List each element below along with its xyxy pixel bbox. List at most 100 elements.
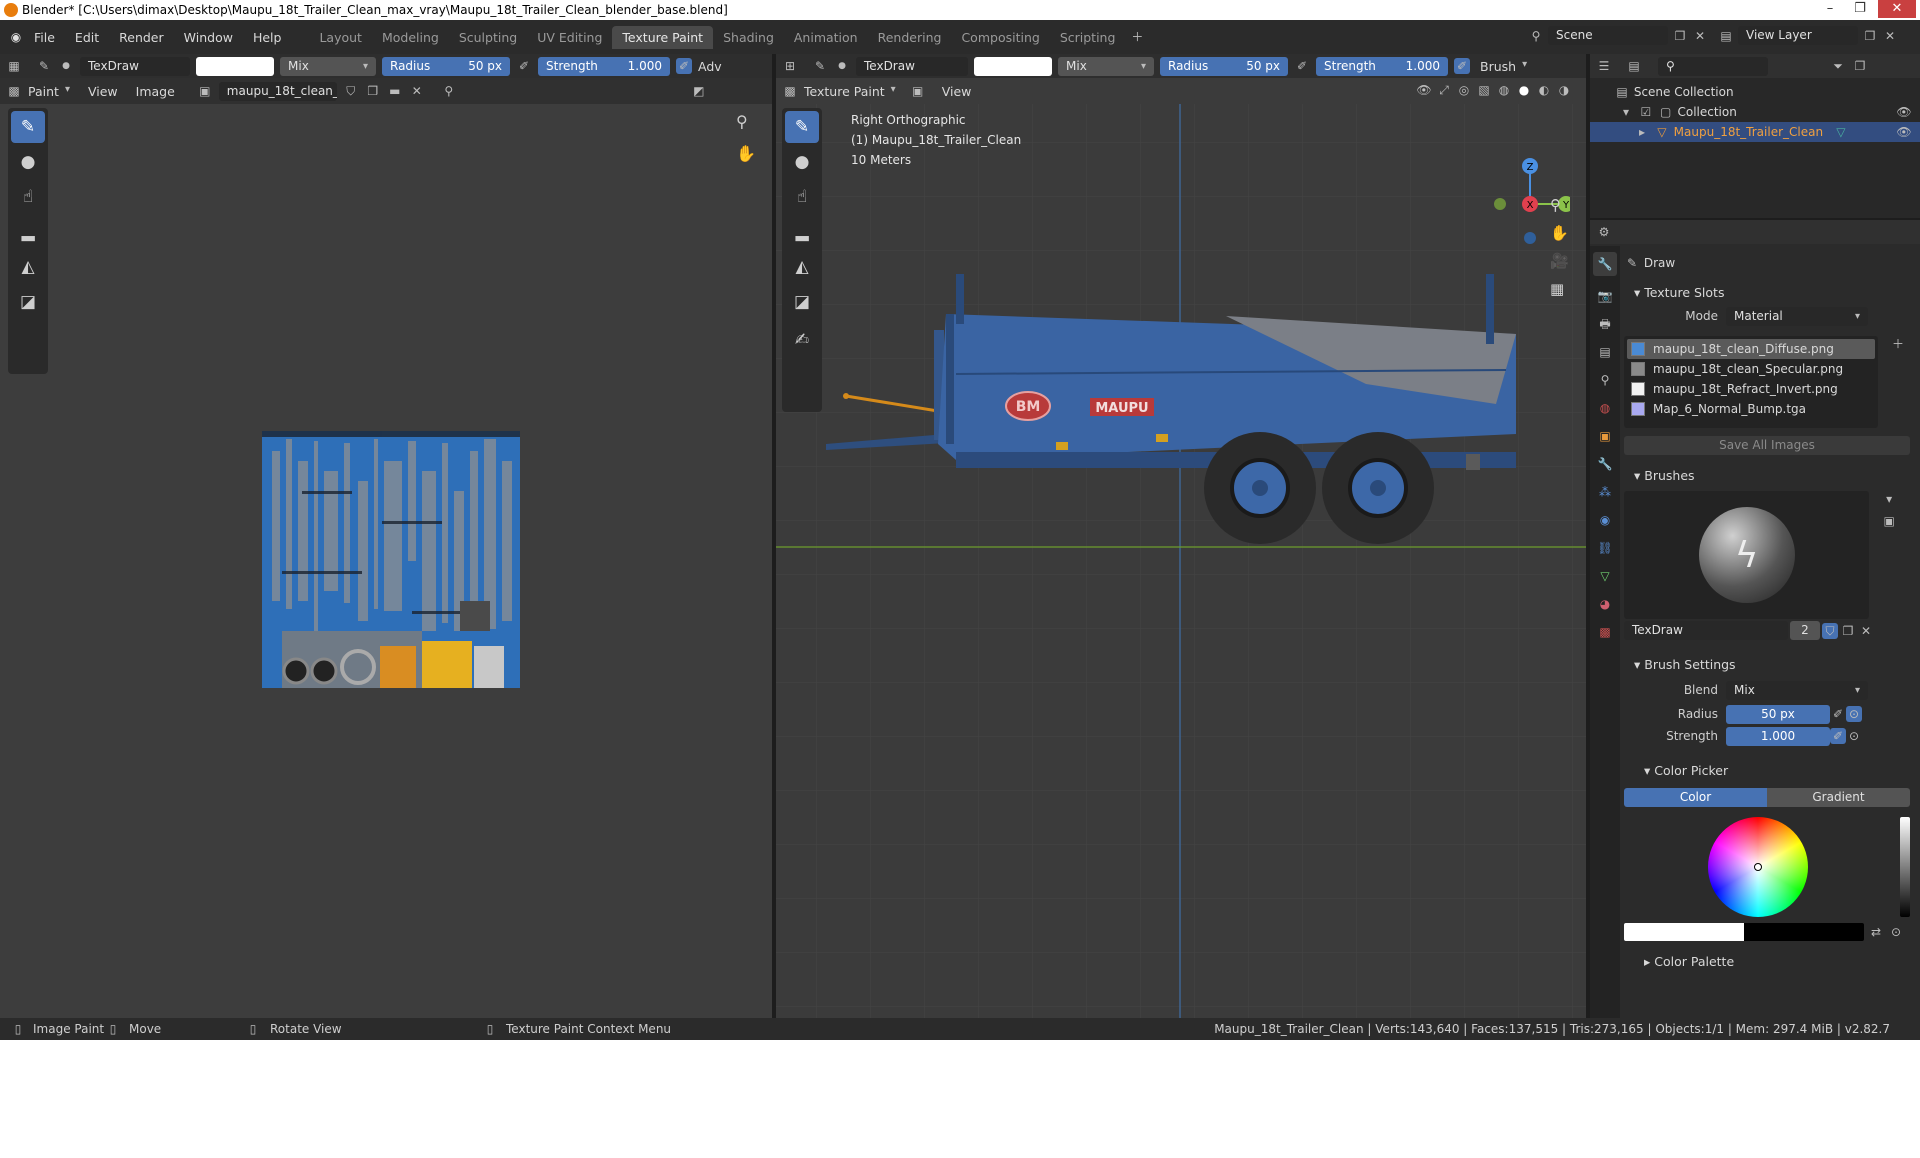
delete-scene-icon[interactable]: ✕ [1692, 28, 1708, 44]
object-tab-icon[interactable]: ▣ [1597, 428, 1613, 444]
brush-tool-icon[interactable]: ✎ [36, 58, 52, 74]
brush-name-field[interactable]: TexDraw [80, 56, 190, 76]
soften-tool-icon[interactable]: ● [11, 146, 45, 178]
brushes-panel-header[interactable]: ▾ Brushes [1624, 465, 1916, 487]
strength-slider[interactable]: Strength 1.000 [538, 56, 670, 76]
brush-fake-user-icon[interactable]: ⛉ [1822, 622, 1838, 639]
viewport-draw-tool-icon[interactable]: ✎ [785, 111, 819, 143]
add-workspace-icon[interactable]: ＋ [1129, 29, 1145, 45]
menu-window[interactable]: Window [174, 30, 243, 45]
blender-menu-icon[interactable]: ◉ [8, 29, 24, 45]
editor-type-icon[interactable]: ▦ [6, 58, 22, 74]
constraints-tab-icon[interactable]: ⛓ [1597, 540, 1613, 556]
paint-mode-dropdown[interactable]: Paint [28, 84, 70, 99]
viewport-strength-pressure-icon[interactable]: ✐ [1454, 58, 1470, 74]
object-row[interactable]: ▸ ▽ Maupu_18t_Trailer_Clean ▽ 👁 [1590, 122, 1920, 142]
xray-icon[interactable]: ▧ [1476, 82, 1492, 98]
new-collection-icon[interactable]: ❐ [1852, 58, 1868, 74]
swap-colors-icon[interactable]: ⇄ [1868, 924, 1884, 940]
perspective-toggle-icon[interactable]: ▦ [1550, 280, 1564, 298]
brush-settings-panel-header[interactable]: ▾ Brush Settings [1624, 654, 1916, 676]
gradient-tab[interactable]: Gradient [1767, 788, 1910, 807]
filter-icon[interactable]: ⏷ [1830, 58, 1846, 74]
menu-render[interactable]: Render [109, 30, 174, 45]
viewport-soften-tool-icon[interactable]: ● [785, 146, 819, 178]
draw-tool-icon[interactable]: ✎ [11, 111, 45, 143]
strength-pressure-icon[interactable]: ✐ [676, 58, 692, 74]
texture-slot-item[interactable]: maupu_18t_Refract_Invert.png [1627, 379, 1875, 399]
brush-unlink-icon[interactable]: ✕ [1858, 623, 1874, 639]
unlink-image-icon[interactable]: ✕ [409, 83, 425, 99]
settings-radius-pressure-icon[interactable]: ✐ [1830, 706, 1846, 722]
menu-help[interactable]: Help [243, 30, 292, 45]
data-tab-icon[interactable]: ▽ [1597, 568, 1613, 584]
add-slot-icon[interactable]: ＋ [1890, 336, 1906, 352]
viewport-pan-icon[interactable]: ✋ [1550, 224, 1569, 242]
outliner-search-input[interactable]: ⚲ [1658, 56, 1768, 76]
overlay-icon[interactable]: ◎ [1456, 82, 1472, 98]
brush-menu[interactable]: Brush [1480, 59, 1527, 74]
color-wheel[interactable] [1708, 817, 1808, 917]
view-layer-tab-icon[interactable]: ▤ [1597, 344, 1613, 360]
workspace-tab-scripting[interactable]: Scripting [1050, 26, 1126, 49]
brush-datablock-field[interactable]: TexDraw [1624, 621, 1788, 640]
radius-pressure-icon[interactable]: ✐ [516, 58, 532, 74]
workspace-tab-modeling[interactable]: Modeling [372, 26, 449, 49]
scene-collection-row[interactable]: ▤ Scene Collection [1590, 82, 1920, 102]
settings-strength-slider[interactable]: 1.000 [1726, 726, 1830, 746]
workspace-tab-layout[interactable]: Layout [309, 26, 372, 49]
pin-icon[interactable]: ⚲ [441, 83, 457, 99]
viewport-brush-tool-icon[interactable]: ✎ [812, 58, 828, 74]
output-tab-icon[interactable]: 🖶 [1597, 316, 1613, 332]
color-swatch-bar[interactable] [1624, 923, 1864, 941]
menu-edit[interactable]: Edit [65, 30, 109, 45]
minimize-icon[interactable]: – [1816, 0, 1844, 18]
mask-mode-icon[interactable]: ▣ [910, 83, 926, 99]
collection-expand-icon[interactable]: ▾ [1618, 104, 1634, 120]
world-tab-icon[interactable]: ◍ [1597, 400, 1613, 416]
wireframe-shading-icon[interactable]: ◍ [1496, 82, 1512, 98]
settings-radius-slider[interactable]: 50 px [1726, 704, 1830, 724]
object-expand-icon[interactable]: ▸ [1634, 124, 1650, 140]
viewport-zoom-icon[interactable]: ⚲ [1550, 196, 1561, 214]
new-view-layer-icon[interactable]: ❐ [1862, 28, 1878, 44]
brush-preview[interactable]: ϟ [1624, 491, 1870, 619]
viewport-clone-tool-icon[interactable]: ▂ [785, 216, 819, 248]
workspace-tab-compositing[interactable]: Compositing [951, 26, 1049, 49]
clone-tool-icon[interactable]: ▂ [11, 216, 45, 248]
workspace-tab-shading[interactable]: Shading [713, 26, 784, 49]
delete-view-layer-icon[interactable]: ✕ [1882, 28, 1898, 44]
fill-tool-icon[interactable]: ◭ [11, 251, 45, 283]
material-tab-icon[interactable]: ◕ [1597, 596, 1613, 612]
new-scene-icon[interactable]: ❐ [1672, 28, 1688, 44]
tool-tab-icon[interactable]: 🔧 [1593, 252, 1617, 276]
physics-tab-icon[interactable]: ◉ [1597, 512, 1613, 528]
texture-slot-item[interactable]: Map_6_Normal_Bump.tga [1627, 399, 1875, 419]
object-visibility-icon[interactable]: 👁 [1896, 124, 1912, 140]
texture-image[interactable] [262, 431, 520, 688]
viewport-view-menu[interactable]: View [942, 84, 972, 99]
fake-user-icon[interactable]: ⛉ [343, 83, 359, 99]
properties-editor-type-icon[interactable]: ⚙ [1596, 224, 1612, 240]
viewport-strength-slider[interactable]: Strength 1.000 [1316, 56, 1448, 76]
workspace-tab-sculpting[interactable]: Sculpting [449, 26, 527, 49]
menu-file[interactable]: File [24, 30, 65, 45]
collection-row[interactable]: ▾ ☑ ▢ Collection 👁 [1590, 102, 1920, 122]
collection-visibility-icon[interactable]: 👁 [1896, 104, 1912, 120]
color-picker-panel-header[interactable]: ▾ Color Picker [1624, 760, 1916, 782]
view-layer-field[interactable]: View Layer [1738, 26, 1858, 45]
smear-tool-icon[interactable]: ☝ [11, 181, 45, 213]
texture-slots-panel-header[interactable]: ▾ Texture Slots [1624, 282, 1916, 304]
viewport-blend-dropdown[interactable]: Mix [1058, 56, 1154, 76]
texture-slot-item[interactable]: maupu_18t_clean_Diffuse.png [1627, 339, 1875, 359]
particles-tab-icon[interactable]: ⁂ [1597, 484, 1613, 500]
settings-strength-pressure-icon[interactable]: ✐ [1830, 728, 1846, 744]
view-menu[interactable]: View [88, 84, 118, 99]
settings-blend-dropdown[interactable]: Mix [1726, 680, 1868, 700]
display-channels-icon[interactable]: ◩ [691, 83, 707, 99]
gizmo-icon[interactable]: ⤢ [1436, 82, 1452, 98]
camera-view-icon[interactable]: 🎥 [1550, 252, 1569, 270]
zoom-icon[interactable]: ⚲ [736, 112, 748, 131]
open-image-icon[interactable]: ▬ [387, 83, 403, 99]
brush-custom-icon[interactable]: ▣ [1881, 513, 1897, 529]
